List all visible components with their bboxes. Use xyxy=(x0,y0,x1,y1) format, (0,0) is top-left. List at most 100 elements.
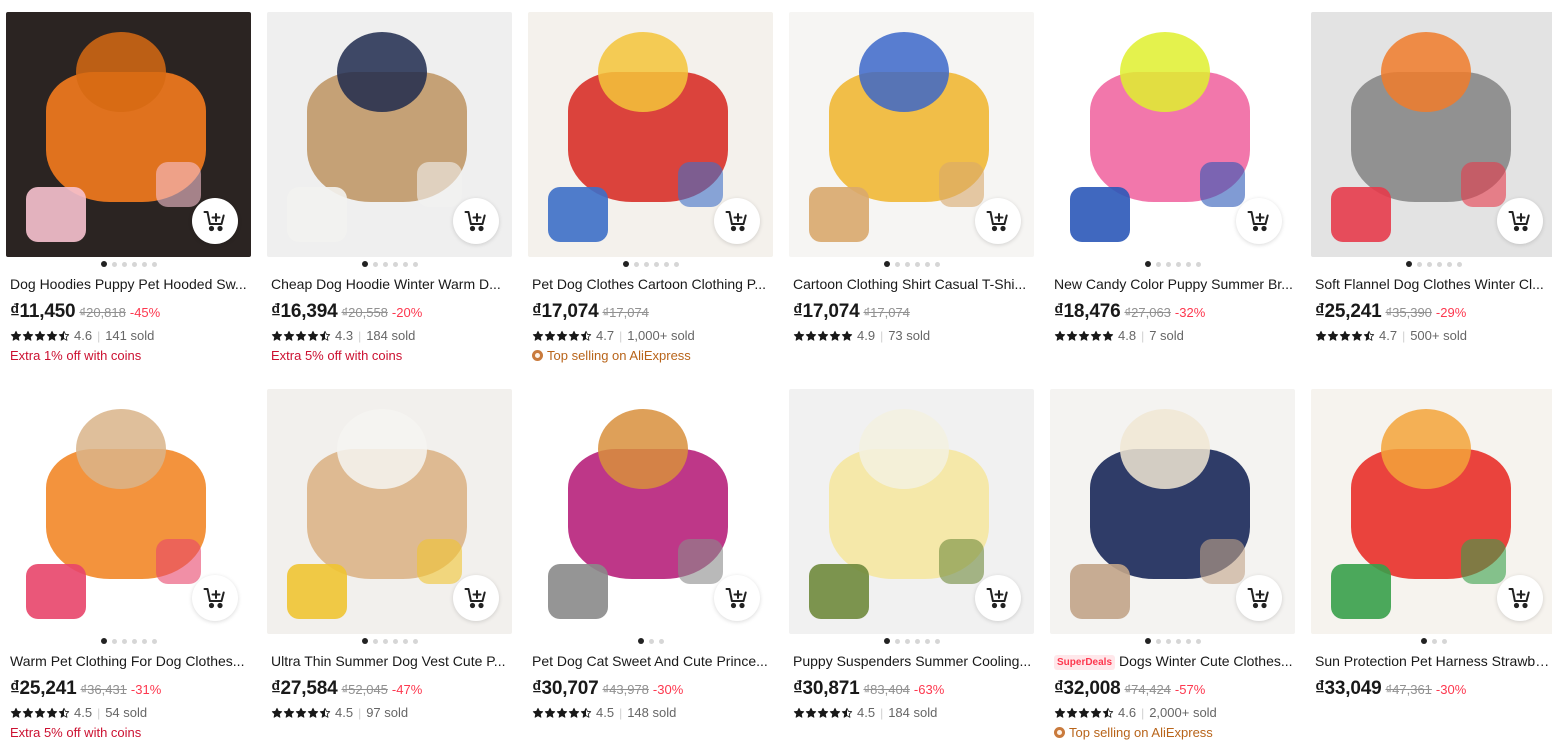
product-card[interactable]: Puppy Suspenders Summer Cooling... ₫30,8… xyxy=(789,389,1034,754)
carousel-dot[interactable] xyxy=(894,261,900,267)
product-title[interactable]: Puppy Suspenders Summer Cooling... xyxy=(789,652,1034,671)
carousel-dot[interactable] xyxy=(622,261,629,267)
carousel-dot[interactable] xyxy=(924,261,930,267)
product-image[interactable] xyxy=(528,389,773,634)
carousel-dot[interactable] xyxy=(141,638,147,644)
carousel-dot[interactable] xyxy=(637,638,644,644)
product-card[interactable]: Dog Hoodies Puppy Pet Hooded Sw... ₫11,4… xyxy=(6,12,251,377)
add-to-cart-button[interactable] xyxy=(1236,198,1282,244)
carousel-dot[interactable] xyxy=(392,261,398,267)
add-to-cart-button[interactable] xyxy=(714,198,760,244)
carousel-dot[interactable] xyxy=(894,638,900,644)
carousel-dot[interactable] xyxy=(100,638,107,644)
carousel-dot[interactable] xyxy=(648,638,654,644)
carousel-dot[interactable] xyxy=(1185,638,1191,644)
product-title[interactable]: Soft Flannel Dog Clothes Winter Cl... xyxy=(1311,275,1552,294)
product-title[interactable]: Sun Protection Pet Harness Strawbe... xyxy=(1311,652,1552,671)
product-card[interactable]: SuperDeals Dogs Winter Cute Clothes... ₫3… xyxy=(1050,389,1295,754)
carousel-dot[interactable] xyxy=(372,638,378,644)
product-image[interactable] xyxy=(6,389,251,634)
product-title[interactable]: Warm Pet Clothing For Dog Clothes... xyxy=(6,652,251,671)
carousel-dot[interactable] xyxy=(131,638,137,644)
carousel-dot[interactable] xyxy=(1144,261,1151,267)
product-card[interactable]: Pet Dog Clothes Cartoon Clothing P... ₫1… xyxy=(528,12,773,377)
carousel-dot[interactable] xyxy=(1155,261,1161,267)
add-to-cart-button[interactable] xyxy=(714,575,760,621)
carousel-dot[interactable] xyxy=(1441,638,1447,644)
carousel-dot[interactable] xyxy=(1436,261,1442,267)
carousel-dot[interactable] xyxy=(924,638,930,644)
carousel-dot[interactable] xyxy=(382,261,388,267)
carousel-dot[interactable] xyxy=(1175,261,1181,267)
carousel-dot[interactable] xyxy=(111,261,117,267)
carousel-dot[interactable] xyxy=(633,261,639,267)
product-card[interactable]: New Candy Color Puppy Summer Br... ₫18,4… xyxy=(1050,12,1295,377)
carousel-dot[interactable] xyxy=(121,261,127,267)
product-title[interactable]: Dog Hoodies Puppy Pet Hooded Sw... xyxy=(6,275,251,294)
carousel-dot[interactable] xyxy=(1456,261,1462,267)
add-to-cart-button[interactable] xyxy=(975,198,1021,244)
carousel-dot[interactable] xyxy=(934,261,940,267)
add-to-cart-button[interactable] xyxy=(192,575,238,621)
add-to-cart-button[interactable] xyxy=(192,198,238,244)
product-card[interactable]: Ultra Thin Summer Dog Vest Cute P... ₫27… xyxy=(267,389,512,754)
carousel-dot[interactable] xyxy=(1426,261,1432,267)
product-card[interactable]: Sun Protection Pet Harness Strawbe... ₫3… xyxy=(1311,389,1552,754)
carousel-dot[interactable] xyxy=(111,638,117,644)
carousel-dot[interactable] xyxy=(151,261,157,267)
carousel-dot[interactable] xyxy=(658,638,664,644)
carousel-dot[interactable] xyxy=(1405,261,1412,267)
carousel-dot[interactable] xyxy=(121,638,127,644)
add-to-cart-button[interactable] xyxy=(1497,575,1543,621)
product-image[interactable] xyxy=(6,12,251,257)
carousel-dot[interactable] xyxy=(141,261,147,267)
product-title[interactable]: Pet Dog Cat Sweet And Cute Prince... xyxy=(528,652,773,671)
product-title[interactable]: Cartoon Clothing Shirt Casual T-Shi... xyxy=(789,275,1034,294)
carousel-dot[interactable] xyxy=(1195,261,1201,267)
carousel-dot[interactable] xyxy=(412,261,418,267)
product-image[interactable] xyxy=(1311,389,1552,634)
carousel-dot[interactable] xyxy=(653,261,659,267)
product-image[interactable] xyxy=(267,12,512,257)
product-title[interactable]: SuperDeals Dogs Winter Cute Clothes... xyxy=(1050,652,1295,671)
carousel-dot[interactable] xyxy=(1431,638,1437,644)
carousel-dot[interactable] xyxy=(1420,638,1427,644)
carousel-dot[interactable] xyxy=(1446,261,1452,267)
product-card[interactable]: Cheap Dog Hoodie Winter Warm D... ₫16,39… xyxy=(267,12,512,377)
carousel-dot[interactable] xyxy=(1165,638,1171,644)
carousel-dot[interactable] xyxy=(100,261,107,267)
carousel-dot[interactable] xyxy=(1155,638,1161,644)
add-to-cart-button[interactable] xyxy=(453,198,499,244)
carousel-dot[interactable] xyxy=(883,638,890,644)
carousel-dot[interactable] xyxy=(131,261,137,267)
product-image[interactable] xyxy=(1050,12,1295,257)
carousel-dot[interactable] xyxy=(1416,261,1422,267)
carousel-dot[interactable] xyxy=(1185,261,1191,267)
carousel-dot[interactable] xyxy=(904,638,910,644)
carousel-dot[interactable] xyxy=(1144,638,1151,644)
carousel-dot[interactable] xyxy=(1175,638,1181,644)
carousel-dot[interactable] xyxy=(663,261,669,267)
add-to-cart-button[interactable] xyxy=(453,575,499,621)
product-image[interactable] xyxy=(1050,389,1295,634)
carousel-dot[interactable] xyxy=(914,638,920,644)
product-image[interactable] xyxy=(1311,12,1552,257)
carousel-dot[interactable] xyxy=(914,261,920,267)
product-image[interactable] xyxy=(789,389,1034,634)
product-card[interactable]: Warm Pet Clothing For Dog Clothes... ₫25… xyxy=(6,389,251,754)
carousel-dot[interactable] xyxy=(643,261,649,267)
carousel-dot[interactable] xyxy=(402,261,408,267)
carousel-dot[interactable] xyxy=(934,638,940,644)
add-to-cart-button[interactable] xyxy=(1236,575,1282,621)
product-card[interactable]: Pet Dog Cat Sweet And Cute Prince... ₫30… xyxy=(528,389,773,754)
add-to-cart-button[interactable] xyxy=(1497,198,1543,244)
product-image[interactable] xyxy=(789,12,1034,257)
carousel-dot[interactable] xyxy=(382,638,388,644)
carousel-dot[interactable] xyxy=(392,638,398,644)
product-title[interactable]: Ultra Thin Summer Dog Vest Cute P... xyxy=(267,652,512,671)
carousel-dot[interactable] xyxy=(904,261,910,267)
carousel-dot[interactable] xyxy=(883,261,890,267)
carousel-dot[interactable] xyxy=(361,638,368,644)
product-title[interactable]: New Candy Color Puppy Summer Br... xyxy=(1050,275,1295,294)
carousel-dot[interactable] xyxy=(673,261,679,267)
